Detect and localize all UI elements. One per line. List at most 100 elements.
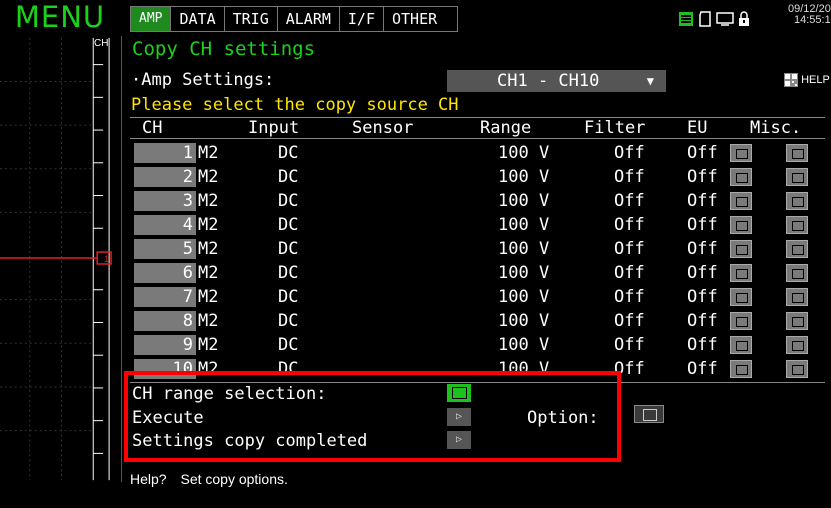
svg-text:1: 1: [104, 254, 109, 264]
misc-settings-button[interactable]: [786, 264, 808, 282]
cell-filter: Off: [614, 263, 645, 283]
cell-filter: Off: [614, 215, 645, 235]
table-row[interactable]: 9 M2 DC 100 V Off Off: [130, 333, 825, 357]
channel-number-button[interactable]: 9: [134, 335, 196, 355]
dropdown-arrow-icon: ▼: [646, 74, 654, 88]
misc-settings-button[interactable]: [786, 240, 808, 258]
cell-input: DC: [278, 215, 299, 235]
cell-eu: Off: [687, 287, 718, 307]
display-icon: [716, 12, 734, 26]
misc-settings-button[interactable]: [786, 312, 808, 330]
cell-input: DC: [278, 191, 299, 211]
table-row[interactable]: 2 M2 DC 100 V Off Off: [130, 165, 825, 189]
table-row[interactable]: 4 M2 DC 100 V Off Off: [130, 213, 825, 237]
cell-filter: Off: [614, 311, 645, 331]
channel-number-button[interactable]: 3: [134, 191, 196, 211]
header-misc: Misc.: [750, 118, 802, 138]
channel-number-button[interactable]: 4: [134, 215, 196, 235]
cell-filter: Off: [614, 335, 645, 355]
table-row[interactable]: 8 M2 DC 100 V Off Off: [130, 309, 825, 333]
eu-settings-button[interactable]: [730, 336, 752, 354]
cell-mode: M2: [198, 167, 219, 187]
cell-filter: Off: [614, 191, 645, 211]
cell-input: DC: [278, 167, 299, 187]
misc-settings-button[interactable]: [786, 336, 808, 354]
amp-settings-label: ·Amp Settings:: [131, 70, 275, 90]
page-title: Copy CH settings: [132, 38, 316, 60]
eu-settings-button[interactable]: [730, 360, 752, 378]
option-button[interactable]: [634, 405, 664, 423]
eu-settings-button[interactable]: [730, 312, 752, 330]
channel-number-button[interactable]: 1: [134, 143, 196, 163]
channel-number-button[interactable]: 6: [134, 263, 196, 283]
channel-number-button[interactable]: 7: [134, 287, 196, 307]
menu-button[interactable]: MENU: [0, 0, 120, 36]
cell-input: DC: [278, 239, 299, 259]
cell-range: 100 V: [498, 191, 550, 211]
tab-data[interactable]: DATA: [171, 7, 225, 31]
tab-alarm[interactable]: ALARM: [277, 7, 340, 31]
tab-bar: AMP DATA TRIG ALARM I/F OTHER: [130, 6, 459, 32]
misc-settings-button[interactable]: [786, 288, 808, 306]
cell-input: DC: [278, 263, 299, 283]
eu-settings-button[interactable]: [730, 168, 752, 186]
cell-eu: Off: [687, 215, 718, 235]
help-button[interactable]: HELP: [784, 71, 830, 89]
table-row[interactable]: 3 M2 DC 100 V Off Off: [130, 189, 825, 213]
cell-range: 100 V: [498, 143, 550, 163]
highlight-box: [124, 371, 621, 462]
cell-range: 100 V: [498, 335, 550, 355]
header-sensor: Sensor: [352, 118, 414, 138]
cell-range: 100 V: [498, 167, 550, 187]
tab-if[interactable]: I/F: [339, 7, 384, 31]
misc-settings-button[interactable]: [786, 192, 808, 210]
misc-settings-button[interactable]: [786, 168, 808, 186]
tab-amp[interactable]: AMP: [131, 7, 172, 31]
sd-card-icon: [699, 11, 711, 27]
help-label: HELP: [801, 74, 830, 86]
cell-eu: Off: [687, 143, 718, 163]
cell-mode: M2: [198, 215, 219, 235]
eu-settings-button[interactable]: [730, 216, 752, 234]
lock-icon: [739, 11, 749, 26]
header-filter: Filter: [584, 118, 646, 138]
channel-number-button[interactable]: 8: [134, 311, 196, 331]
eu-settings-button[interactable]: [730, 144, 752, 162]
channel-number-button[interactable]: 2: [134, 167, 196, 187]
cell-input: DC: [278, 335, 299, 355]
time-readout: 14:55:13: [794, 14, 831, 26]
cell-filter: Off: [614, 167, 645, 187]
cell-mode: M2: [198, 191, 219, 211]
help-prefix: Help?: [130, 471, 167, 487]
misc-settings-button[interactable]: [786, 216, 808, 234]
eu-settings-button[interactable]: [730, 192, 752, 210]
cell-mode: M2: [198, 263, 219, 283]
table-row[interactable]: 6 M2 DC 100 V Off Off: [130, 261, 825, 285]
misc-settings-button[interactable]: [786, 144, 808, 162]
table-row[interactable]: 7 M2 DC 100 V Off Off: [130, 285, 825, 309]
eu-settings-button[interactable]: [730, 240, 752, 258]
channel-number-button[interactable]: 5: [134, 239, 196, 259]
cell-range: 100 V: [498, 263, 550, 283]
cell-eu: Off: [687, 359, 718, 379]
cell-mode: M2: [198, 335, 219, 355]
table-row[interactable]: 1 M2 DC 100 V Off Off: [130, 141, 825, 165]
cell-range: 100 V: [498, 311, 550, 331]
cell-eu: Off: [687, 335, 718, 355]
cell-range: 100 V: [498, 287, 550, 307]
cell-mode: M2: [198, 287, 219, 307]
amp-settings-select[interactable]: CH1 - CH10 ▼: [447, 70, 666, 92]
selection-prompt: Please select the copy source CH: [131, 95, 459, 115]
table-row[interactable]: 5 M2 DC 100 V Off Off: [130, 237, 825, 261]
channel-table: 1 M2 DC 100 V Off Off 2 M2 DC 100 V Off Off 3 M2 DC 100…: [130, 141, 825, 381]
eu-settings-button[interactable]: [730, 288, 752, 306]
cell-input: DC: [278, 287, 299, 307]
cell-filter: Off: [614, 287, 645, 307]
cell-filter: Off: [614, 143, 645, 163]
header-ch: CH: [142, 118, 163, 138]
tab-other[interactable]: OTHER: [383, 7, 459, 31]
tab-trig[interactable]: TRIG: [224, 7, 278, 31]
misc-settings-button[interactable]: [786, 360, 808, 378]
cell-mode: M2: [198, 311, 219, 331]
eu-settings-button[interactable]: [730, 264, 752, 282]
